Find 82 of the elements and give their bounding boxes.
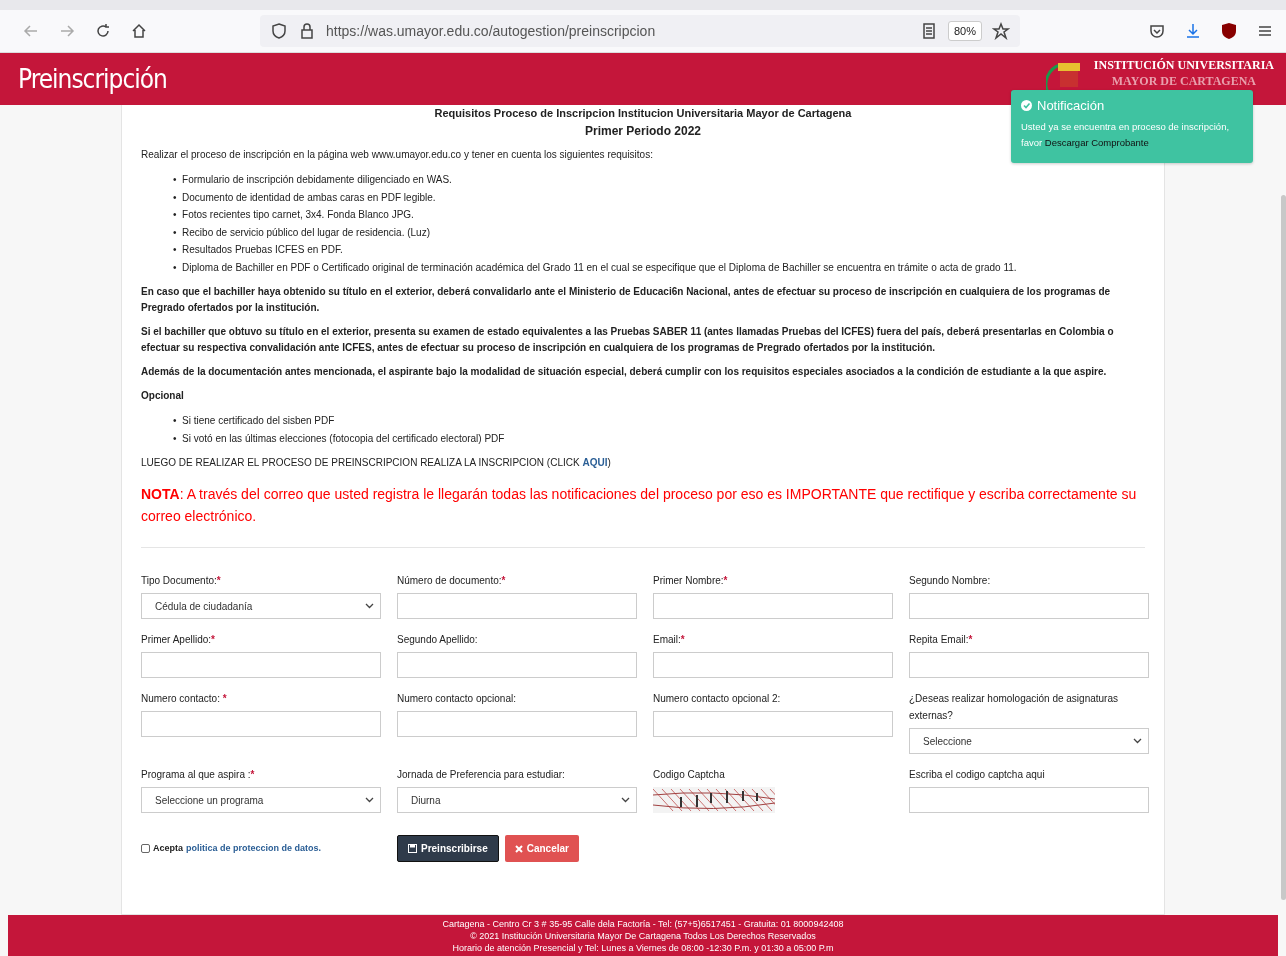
- institution-name: MAYOR DE CARTAGENA: [1111, 73, 1257, 89]
- text-field[interactable]: [397, 593, 637, 619]
- field-label: Programa al que aspira :*: [141, 768, 256, 782]
- text-field[interactable]: [653, 593, 893, 619]
- institution-name: INSTITUCIÓN UNIVERSITARIA: [1093, 57, 1274, 73]
- optional-heading: Opcional: [141, 389, 185, 403]
- shield-badge-icon[interactable]: [1220, 22, 1238, 40]
- section-heading: Requisitos Proceso de Inscripcion Institucion Universitaria Mayor de Cartagena: [434, 107, 852, 119]
- requirement-item: • Formulario de inscripción debidamente diligenciado en WAS.: [173, 173, 452, 187]
- consent-checkbox[interactable]: [141, 843, 150, 853]
- address-bar[interactable]: https://was.umayor.edu.co/autogestion/preinscripcion 80%: [260, 15, 1020, 47]
- url-text: https://was.umayor.edu.co/autogestion/preinscripcion: [326, 23, 657, 39]
- field-label: Email:*: [653, 633, 686, 647]
- home-icon[interactable]: [130, 22, 148, 40]
- field-label: Tipo Documento:*: [141, 574, 222, 588]
- requirement-item: • Fotos recientes tipo carnet, 3x4. Fonda Blanco JPG.: [173, 208, 414, 222]
- chevron-down-icon: [1133, 738, 1142, 744]
- select-field[interactable]: Diurna: [397, 787, 637, 813]
- select-field[interactable]: Seleccione un programa: [141, 787, 381, 813]
- intro-text: Realizar el proceso de inscripción en la página web www.umayor.edu.co y tener en cuenta los siguientes requisitos:: [141, 148, 654, 162]
- requirement-item: • Recibo de servicio público del lugar de residencia. (Luz): [173, 225, 430, 240]
- note-text: NOTA: A través del correo que usted registra le llegarán todas las notificaciones del proceso por eso es IMPORTANTE que rectifique y escriba correctamente su correo electrónico.: [141, 485, 1138, 526]
- text-field[interactable]: [397, 652, 637, 678]
- field-label: Número de documento:*: [397, 574, 507, 588]
- text-field[interactable]: [909, 787, 1149, 813]
- period-heading: Primer Periodo 2022: [584, 124, 702, 138]
- chevron-down-icon: [365, 797, 374, 803]
- download-receipt-link[interactable]: Descargar Comprobante: [1044, 137, 1149, 148]
- reload-icon[interactable]: [94, 22, 112, 40]
- text-field[interactable]: [653, 652, 893, 678]
- text-field[interactable]: [141, 711, 381, 737]
- chevron-down-icon: [621, 797, 630, 803]
- cancel-button[interactable]: Cancelar: [504, 835, 579, 862]
- consent-label: Acepta: [153, 843, 183, 853]
- lock-icon[interactable]: [298, 22, 316, 40]
- requirement-item: • Diploma de Bachiller en PDF o Certificado original de terminación académica del Grado 11 en el cual se especifique que el Diploma de Bachiller se encuentra en trámite o acta de grado 11.: [173, 260, 1017, 275]
- requirement-paragraph: En caso que el bachiller haya obtenido su título en el exterior, deberá convalidarlo ante el Ministerio de Educaci6n Nacional, antes de efectuar su proceso de inscripción en cualquiera de los programas de Pregrado ofertados por la institución.: [141, 285, 1112, 315]
- submit-button[interactable]: Preinscribirse: [397, 835, 499, 862]
- chevron-down-icon: [365, 603, 374, 609]
- requirement-paragraph: Si el bachiller que obtuvo su título en el exterior, presenta su examen de estado equivalentes a las Pruebas SABER 11 (antes llamadas Pruebas del ICFES) fuera del país, deberá presentarlas en Colombia o efectuar su respectiva convalidación ante ICFES, antes de efectuar su proceso de inscripción en cualquiera de los programas de Pregrado ofertados por la institución.: [141, 325, 1115, 355]
- footer-text: Cartagena - Centro Cr 3 # 35-95 Calle dela Factoría - Tel: (57+5)6517451 - Gratuita: 01 8000942408: [442, 917, 844, 930]
- field-label: Numero contacto: *: [141, 692, 228, 706]
- aqui-link[interactable]: AQUI: [582, 457, 608, 468]
- field-label: Jornada de Preferencia para estudiar:: [397, 768, 566, 782]
- save-icon: [408, 844, 417, 853]
- requirement-paragraph: Además de la documentación antes mencionada, el aspirante bajo la modalidad de situación especial, deberá cumplir con los requisitos especiales asociados a la condición de estudiante a la que aspire.: [141, 365, 1108, 379]
- optional-item: • Si votó en las últimas elecciones (fotocopia del certificado electoral) PDF: [173, 431, 505, 446]
- text-field[interactable]: [909, 652, 1149, 678]
- notification-text: Usted ya se encuentra en proceso de inscripción, favor Descargar Comprobante: [1021, 120, 1231, 150]
- text-field[interactable]: [141, 652, 381, 678]
- field-label: Repita Email:*: [909, 633, 974, 647]
- privacy-policy-link[interactable]: politica de proteccion de datos.: [186, 843, 322, 853]
- zoom-badge[interactable]: 80%: [947, 21, 982, 41]
- requirement-item: • Resultados Pruebas ICFES en PDF.: [173, 243, 343, 257]
- instruction-text: LUEGO DE REALIZAR EL PROCESO DE PREINSCRIPCION REALIZA LA INSCRIPCION (CLICK AQUI): [141, 456, 612, 470]
- scrollbar[interactable]: [1281, 195, 1286, 900]
- footer-text: Horario de atención Presencial y Tel: Lunes a Viernes de 08:00 -12:30 P.m. y 01:30 a 05:00 P.m: [452, 941, 834, 954]
- requirement-item: • Documento de identidad de ambas caras en PDF legible.: [173, 190, 436, 205]
- field-label: Escriba el codigo captcha aqui: [909, 768, 1046, 782]
- text-field[interactable]: [653, 711, 893, 737]
- shield-icon[interactable]: [270, 22, 288, 40]
- download-icon[interactable]: [1184, 22, 1202, 40]
- pocket-icon[interactable]: [1148, 22, 1166, 40]
- star-icon[interactable]: [992, 22, 1010, 40]
- select-field[interactable]: Cédula de ciudadanía: [141, 593, 381, 619]
- field-label: Primer Nombre:*: [653, 574, 729, 588]
- text-field[interactable]: [397, 711, 637, 737]
- field-label: Segundo Nombre:: [909, 574, 992, 588]
- check-circle-icon: [1021, 100, 1032, 111]
- page-title: Preinscripción: [18, 64, 167, 94]
- field-label: Segundo Apellido:: [397, 633, 479, 647]
- select-field[interactable]: Seleccione: [909, 728, 1149, 754]
- field-label: Primer Apellido:*: [141, 633, 216, 647]
- optional-item: • Si tiene certificado del sisben PDF: [173, 414, 335, 428]
- field-label: Codigo Captcha: [653, 768, 726, 782]
- field-label: Numero contacto opcional 2:: [653, 692, 782, 706]
- notification-title: Notificación: [1037, 98, 1105, 113]
- text-field[interactable]: [909, 593, 1149, 619]
- close-icon: [514, 844, 523, 853]
- footer-text: © 2021 Institución Universitaria Mayor De Cartagena Todos Los Derechos Reservados: [470, 929, 816, 942]
- field-label: ¿Deseas realizar homologación de asignaturas externas?: [909, 692, 1119, 723]
- field-label: Numero contacto opcional:: [397, 692, 517, 706]
